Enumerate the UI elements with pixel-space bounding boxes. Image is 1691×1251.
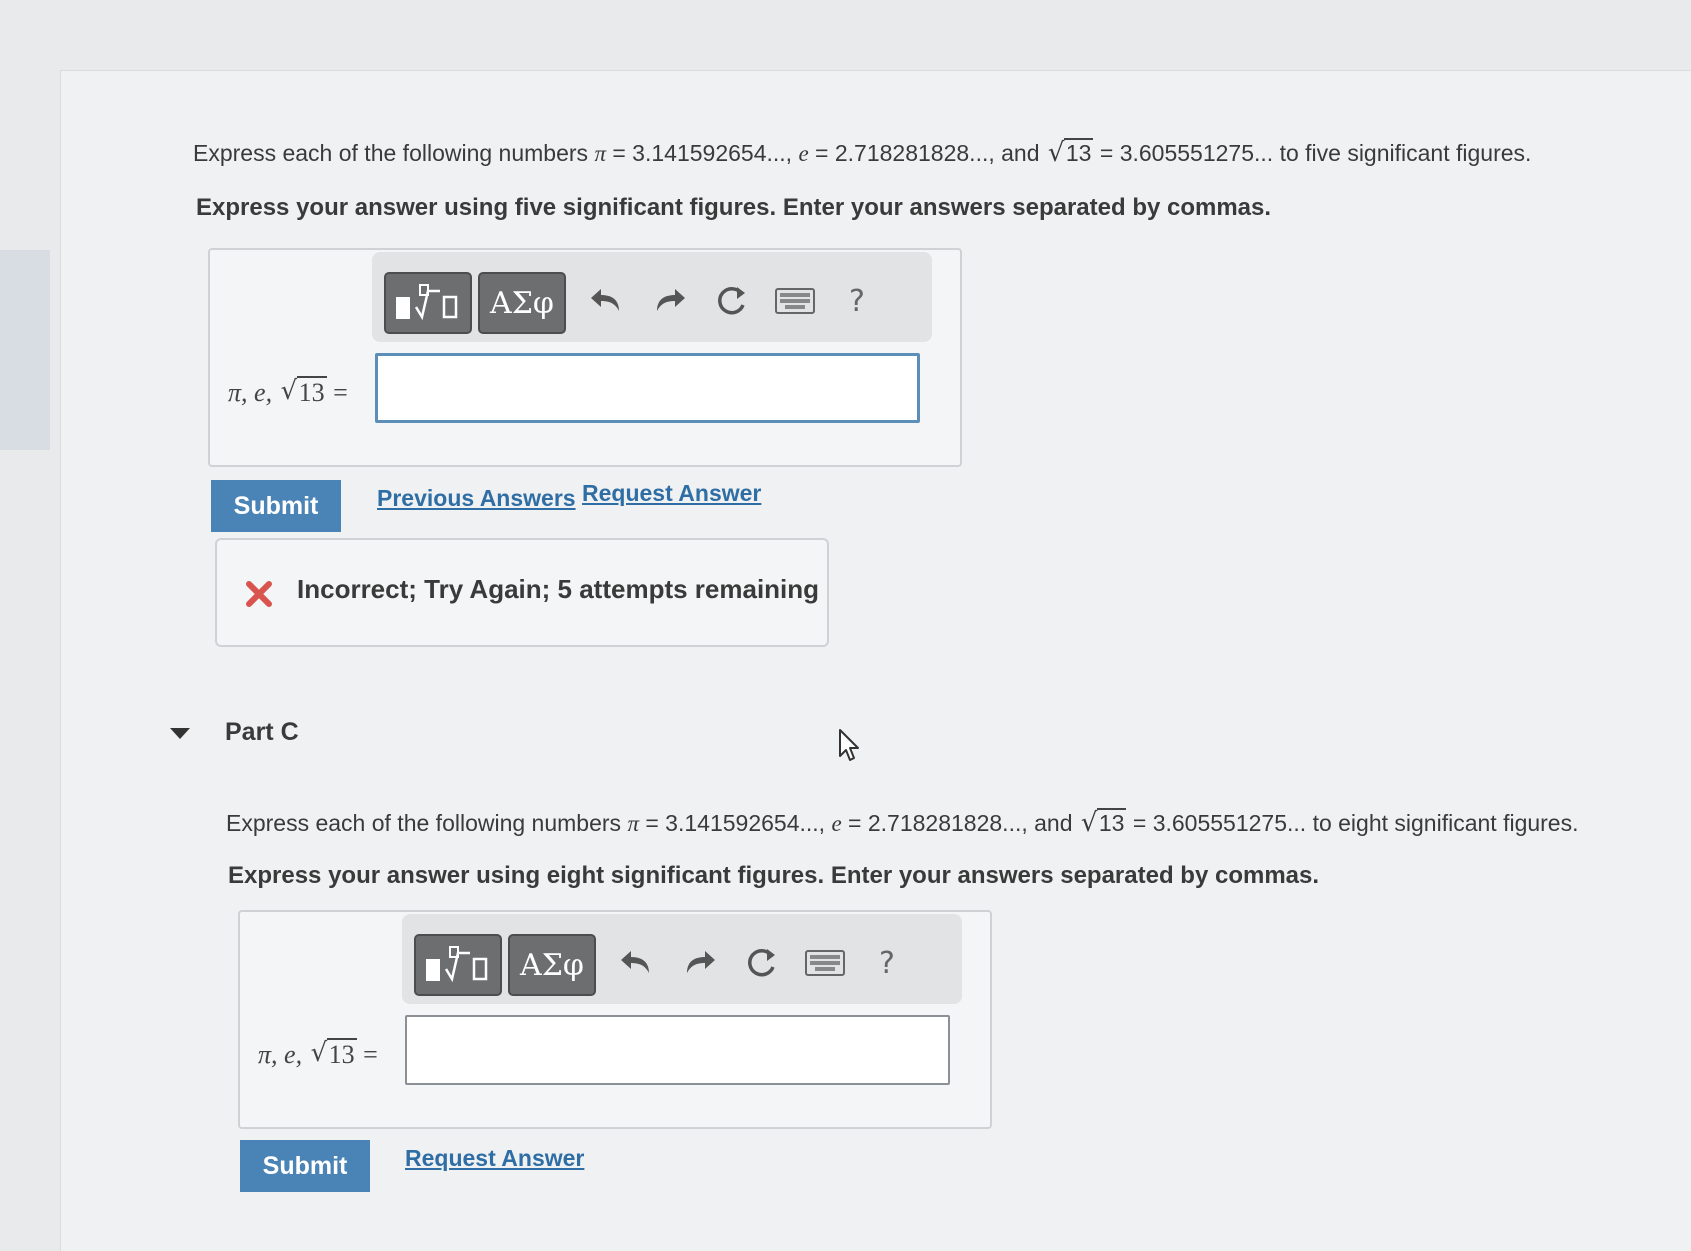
sqrt-expression: √ 13 [1080, 808, 1127, 838]
redo-icon[interactable] [674, 936, 724, 990]
pi-symbol: π [594, 141, 606, 166]
sqrt-expression: √ 13 [310, 1038, 357, 1070]
redo-icon[interactable] [644, 274, 694, 328]
input-label: π, e, √ 13 = [258, 1038, 378, 1070]
part-b-instruction: Express your answer using five significa… [196, 194, 1272, 221]
templates-icon [396, 284, 458, 321]
math-toolbar: ΑΣφ ? [372, 252, 932, 342]
label-vars: π, e, [258, 1040, 303, 1069]
mouse-cursor-icon [839, 729, 859, 761]
input-label: π, e, √ 13 = [228, 376, 348, 408]
equals-sign: = [333, 378, 348, 407]
math-toolbar: ΑΣφ ? [402, 914, 962, 1004]
radicand: 13 [1096, 808, 1127, 836]
equals-sign: = [363, 1040, 378, 1069]
previous-answers-link[interactable]: Previous Answers [377, 485, 576, 512]
part-title: Part C [225, 718, 299, 746]
undo-icon[interactable] [582, 274, 632, 328]
e-symbol: e [798, 141, 809, 166]
answer-input[interactable] [375, 353, 920, 423]
collapse-arrow-icon[interactable] [170, 728, 190, 739]
feedback-text: Incorrect; Try Again; 5 attempts remaini… [297, 574, 820, 604]
request-answer-link[interactable]: Request Answer [582, 480, 761, 507]
submit-button[interactable]: Submit [211, 480, 341, 532]
pi-symbol: π [627, 811, 639, 836]
undo-icon[interactable] [612, 936, 662, 990]
radicand: 13 [326, 1038, 357, 1069]
part-c-answer-box: ΑΣφ ? π, e, √ 13 = [238, 910, 992, 1129]
left-edge-panel [0, 250, 50, 450]
sqrt-expression: √ 13 [1047, 138, 1094, 168]
sqrt-value: = 3.605551275... to eight significant fi… [1132, 810, 1579, 836]
greek-symbols-button[interactable]: ΑΣφ [508, 934, 596, 996]
part-c-instruction: Express your answer using eight signific… [228, 862, 1320, 889]
question-prefix: Express each of the following numbers [226, 810, 622, 836]
feedback-message: Incorrect; Try Again; 5 attempts remaini… [215, 538, 829, 647]
answer-input[interactable] [405, 1015, 950, 1085]
help-button[interactable]: ? [862, 936, 912, 990]
part-b-question: Express each of the following numbers π … [193, 138, 1532, 168]
submit-button[interactable]: Submit [240, 1140, 370, 1192]
pi-value: = 3.141592654..., [612, 140, 793, 166]
radicand: 13 [1063, 138, 1094, 166]
sqrt-value: = 3.605551275... to five significant fig… [1099, 140, 1532, 166]
keyboard-icon[interactable] [770, 274, 820, 328]
e-value: = 2.718281828..., [848, 810, 1028, 836]
keyboard-icon[interactable] [800, 936, 850, 990]
radicand: 13 [296, 376, 327, 407]
request-answer-link[interactable]: Request Answer [405, 1145, 584, 1172]
pi-value: = 3.141592654..., [645, 810, 826, 836]
radical-sign: √ [1080, 808, 1098, 838]
templates-button[interactable] [414, 934, 502, 996]
templates-icon [426, 946, 488, 983]
part-b-answer-box: ΑΣφ ? π, e, √ 13 = [208, 248, 962, 467]
templates-button[interactable] [384, 272, 472, 334]
greek-symbols-button[interactable]: ΑΣφ [478, 272, 566, 334]
radical-sign: √ [1047, 138, 1065, 168]
radical-sign: √ [280, 376, 298, 406]
e-value: = 2.718281828..., [815, 140, 995, 166]
help-button[interactable]: ? [832, 274, 882, 328]
question-prefix: Express each of the following numbers [193, 140, 589, 166]
part-c-question: Express each of the following numbers π … [226, 808, 1579, 838]
e-symbol: e [831, 811, 842, 836]
reset-icon[interactable] [736, 936, 786, 990]
and-text: and [1034, 810, 1073, 836]
and-text: and [1001, 140, 1040, 166]
label-vars: π, e, [228, 378, 273, 407]
reset-icon[interactable] [706, 274, 756, 328]
sqrt-expression: √ 13 [280, 376, 327, 408]
radical-sign: √ [310, 1038, 328, 1068]
x-mark-icon [246, 581, 272, 607]
